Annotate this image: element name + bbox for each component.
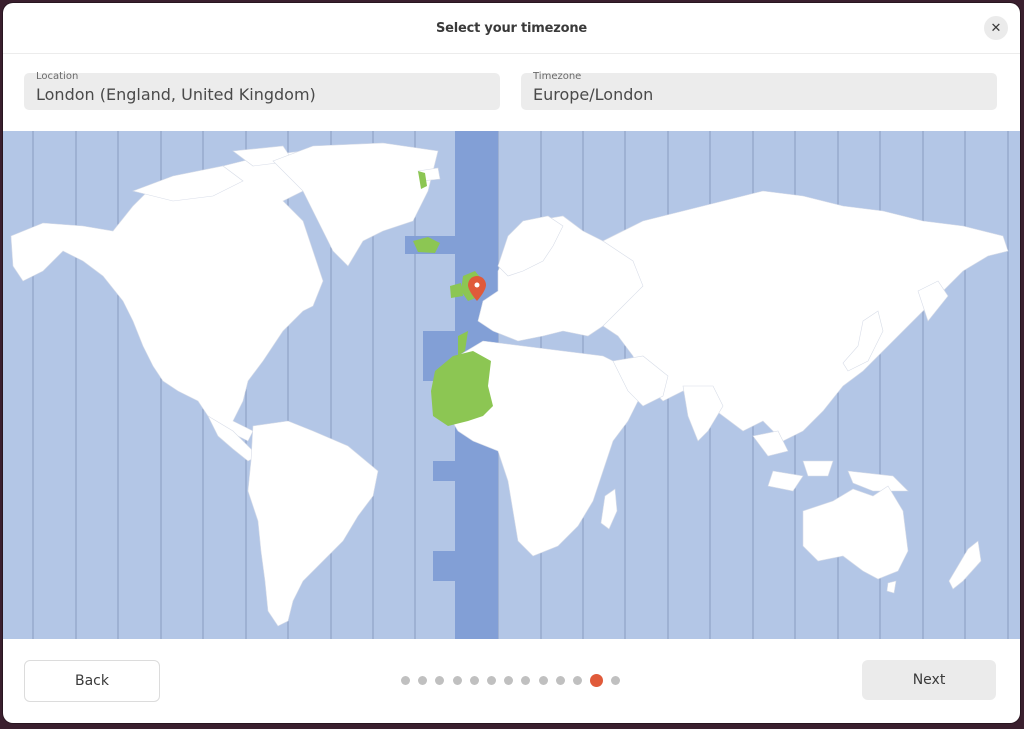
step-indicator <box>401 673 621 687</box>
back-button[interactable]: Back <box>24 660 160 702</box>
step-dot <box>521 675 531 685</box>
location-value[interactable]: London (England, United Kingdom) <box>36 85 316 104</box>
step-dot <box>452 675 462 685</box>
installer-window: Select your timezone ✕ Location London (… <box>3 3 1020 723</box>
australia <box>802 485 909 580</box>
south-america <box>247 420 379 627</box>
asia <box>602 190 1009 442</box>
close-button[interactable]: ✕ <box>984 16 1008 40</box>
step-dot <box>486 675 496 685</box>
next-button[interactable]: Next <box>862 660 996 700</box>
timezone-value[interactable]: Europe/London <box>533 85 653 104</box>
step-dot <box>401 675 410 685</box>
location-label: Location <box>36 71 79 82</box>
location-field[interactable]: Location London (England, United Kingdom… <box>24 71 500 110</box>
step-dot <box>538 675 548 685</box>
step-dot <box>418 675 428 685</box>
step-dot <box>611 675 621 685</box>
timezone-map[interactable] <box>3 131 1020 639</box>
step-dot-active <box>590 673 604 687</box>
world-map[interactable] <box>3 131 1020 639</box>
step-dot <box>435 675 445 685</box>
window-title: Select your timezone <box>435 20 588 36</box>
step-dot <box>555 675 565 685</box>
step-dot <box>504 675 514 685</box>
step-dot <box>469 675 479 685</box>
close-icon: ✕ <box>990 20 1002 36</box>
timezone-field[interactable]: Timezone Europe/London <box>521 71 997 110</box>
step-dot <box>572 675 582 685</box>
timezone-label: Timezone <box>533 71 582 82</box>
title-bar: Select your timezone ✕ <box>3 3 1020 54</box>
